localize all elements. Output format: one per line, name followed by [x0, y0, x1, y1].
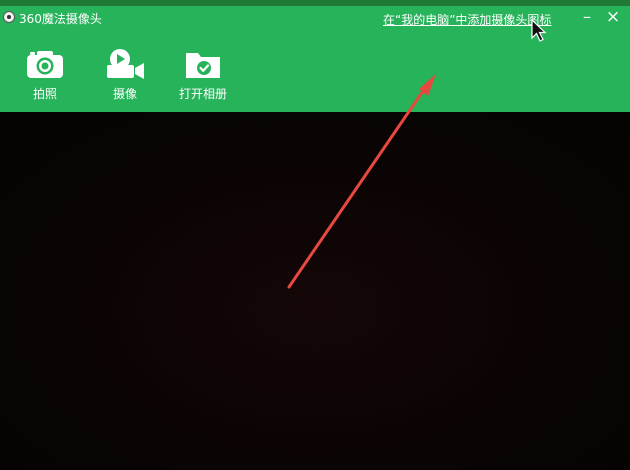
open-album-label: 打开相册: [178, 87, 227, 101]
add-camera-icon-link[interactable]: 在“我的电脑”中添加摄像头图标: [383, 11, 551, 28]
take-photo-button[interactable]: 拍照: [10, 48, 80, 102]
folder-check-icon: [186, 53, 220, 78]
record-video-button[interactable]: 摄像: [90, 48, 160, 102]
take-photo-label: 拍照: [32, 87, 57, 101]
title-toolbar: 360魔法摄像头 在“我的电脑”中添加摄像头图标 – × 拍照 摄像 打开相册: [0, 0, 630, 112]
close-button[interactable]: ×: [603, 8, 623, 26]
minimize-button[interactable]: –: [577, 8, 597, 26]
window-title: 360魔法摄像头: [19, 12, 102, 26]
mouse-cursor-icon: [531, 19, 547, 42]
webcam-app-icon: [3, 11, 15, 23]
camera-preview-area: [0, 112, 630, 470]
camera-icon: [27, 51, 63, 78]
open-album-button[interactable]: 打开相册: [168, 48, 238, 102]
video-camera-icon: [107, 49, 144, 79]
record-video-label: 摄像: [112, 87, 137, 101]
